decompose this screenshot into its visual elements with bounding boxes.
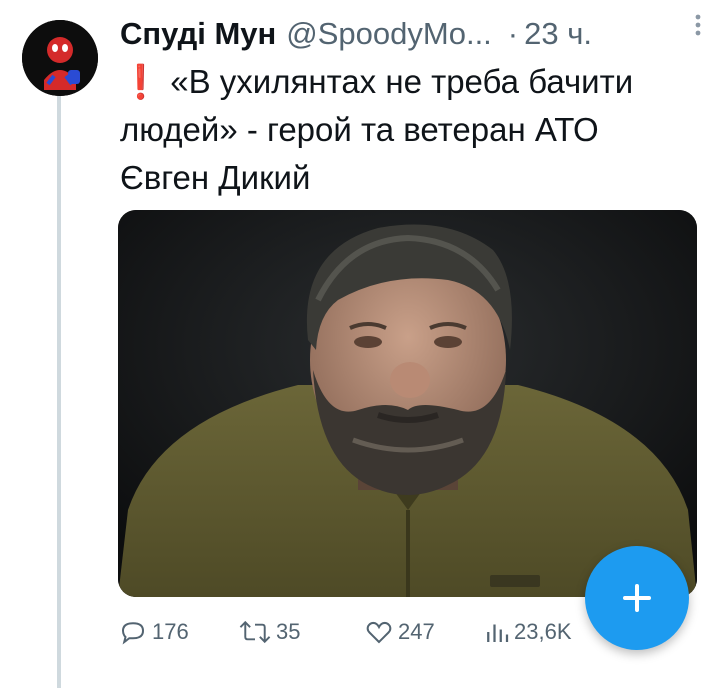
views-count: 23,6K (514, 619, 572, 644)
retweet-button[interactable]: 35 (238, 612, 300, 652)
tweet-text-line-2: людей» - герой та ветеран АТО (120, 111, 599, 148)
retweet-icon (239, 620, 271, 644)
avatar[interactable] (22, 20, 98, 96)
plus-icon (623, 584, 651, 612)
views-icon (487, 624, 509, 642)
tweet-text-line-1-content: «В ухилянтах не треба бачити (170, 63, 634, 100)
author-handle[interactable]: @SpoodyMo... (286, 16, 492, 52)
heart-icon (366, 621, 392, 644)
author-name[interactable]: Спуді Мун (120, 16, 276, 52)
reply-icon (121, 622, 145, 645)
tweet-header: Спуді Мун @SpoodyMo... · 23 ч. (120, 12, 710, 56)
more-options-button[interactable] (686, 10, 710, 40)
spider-man-avatar-icon (22, 20, 98, 96)
thread-line (57, 96, 61, 688)
exclamation-emoji-icon: ❗ (120, 63, 162, 100)
tweet-text: ❗ «В ухилянтах не треба бачити людей» - … (120, 58, 700, 202)
retweet-count: 35 (276, 619, 301, 644)
reply-button[interactable]: 176 (118, 612, 189, 652)
tweet-text-line-1: ❗ «В ухилянтах не треба бачити (120, 58, 700, 106)
views-button[interactable]: 23,6K (484, 612, 572, 652)
timestamp[interactable]: 23 ч. (524, 16, 592, 52)
compose-tweet-button[interactable] (585, 546, 689, 650)
like-count: 247 (398, 619, 435, 644)
reply-count: 176 (152, 619, 189, 644)
portrait-photo-image (118, 210, 697, 597)
like-button[interactable]: 247 (364, 612, 435, 652)
more-vertical-icon (695, 14, 701, 36)
tweet-photo[interactable] (118, 210, 697, 597)
tweet-text-line-3: Євген Дикий (120, 159, 311, 196)
separator-dot: · (507, 16, 519, 51)
